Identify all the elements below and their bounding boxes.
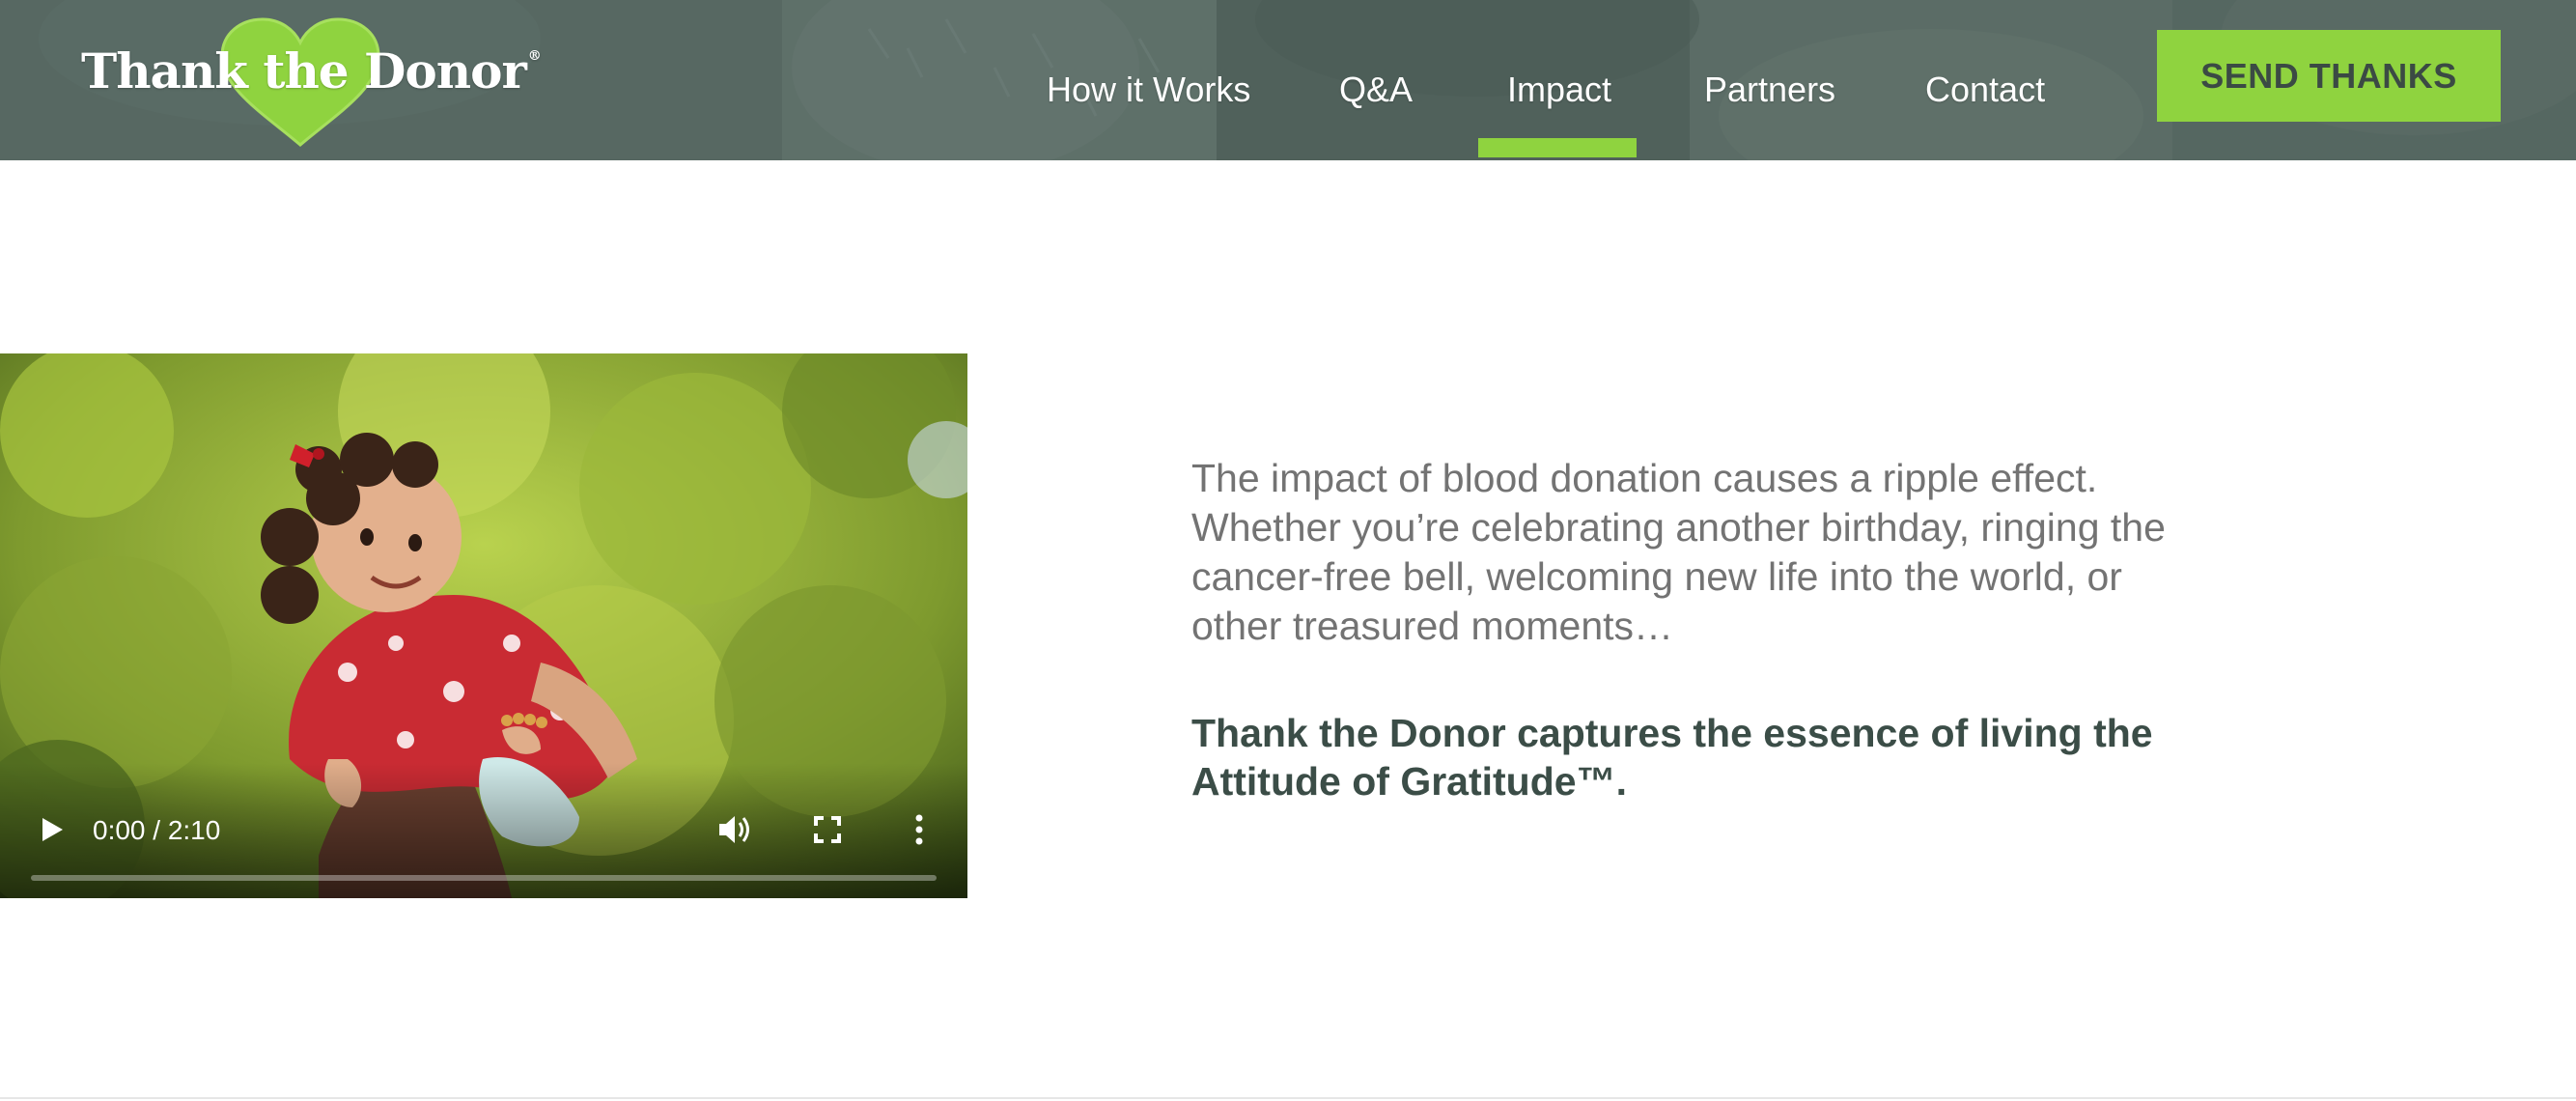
video-controls: 0:00 / 2:10	[0, 763, 967, 898]
nav-item-contact[interactable]: Contact	[1925, 70, 2045, 110]
impact-tagline: Thank the Donor captures the essence of …	[1191, 711, 2153, 804]
section-divider	[0, 1097, 2576, 1099]
volume-icon[interactable]	[716, 813, 753, 846]
nav-item-qa[interactable]: Q&A	[1339, 70, 1413, 110]
fullscreen-icon[interactable]	[814, 816, 841, 843]
video-time-display: 0:00 / 2:10	[93, 815, 221, 845]
nav-item-how-it-works[interactable]: How it Works	[1047, 70, 1250, 110]
active-nav-indicator	[1478, 138, 1637, 157]
video-progress-bar[interactable]	[31, 875, 937, 881]
more-options-icon[interactable]	[911, 813, 927, 846]
impact-intro-text: The impact of blood donation causes a ri…	[1191, 456, 2166, 648]
send-thanks-button[interactable]: SEND THANKS	[2157, 30, 2501, 122]
nav-item-impact[interactable]: Impact	[1507, 70, 1611, 110]
play-icon[interactable]	[37, 815, 66, 844]
nav-item-partners[interactable]: Partners	[1704, 70, 1835, 110]
impact-copy: The impact of blood donation causes a ri…	[1191, 454, 2196, 805]
impact-video-player[interactable]: 0:00 / 2:10	[0, 353, 967, 898]
site-header: Thank the Donor ® How it Works Q&A Impact…	[0, 0, 2576, 160]
